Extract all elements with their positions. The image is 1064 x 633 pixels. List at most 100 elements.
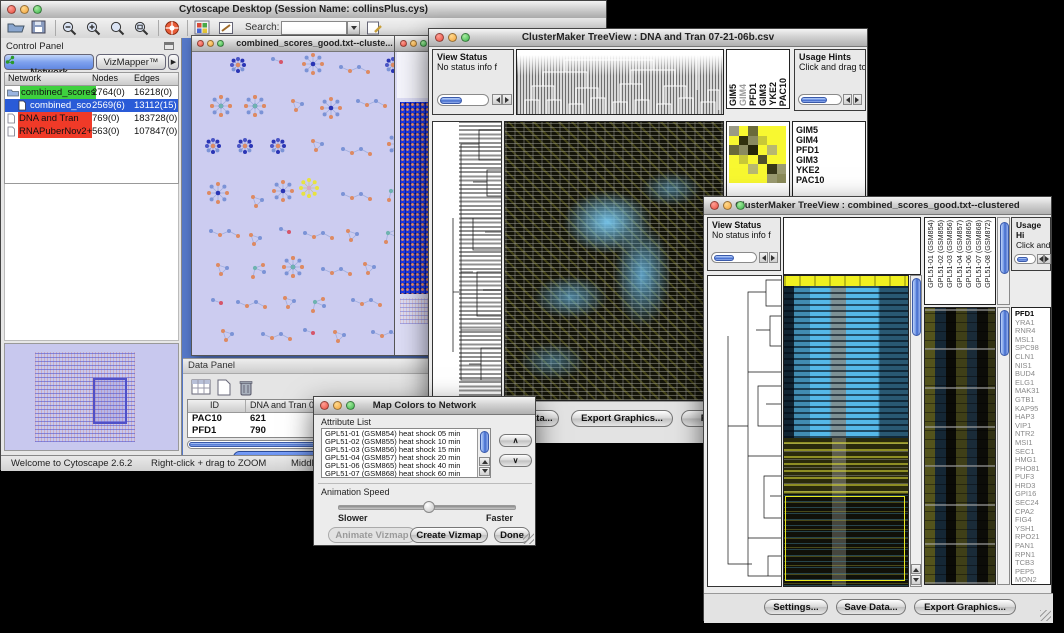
matrix-cell[interactable]: [777, 174, 787, 184]
matrix-cell[interactable]: [767, 164, 777, 174]
matrix-cell[interactable]: [739, 145, 749, 155]
save-icon[interactable]: [31, 20, 47, 35]
gene-column-label[interactable]: YKE2: [768, 82, 778, 106]
matrix-cell[interactable]: [748, 145, 758, 155]
gene-column-label[interactable]: PAC10: [778, 78, 788, 106]
scroll-down-arrow[interactable]: [911, 575, 921, 585]
matrix-cell[interactable]: [767, 145, 777, 155]
export-graphics-button[interactable]: Export Graphics...: [571, 410, 673, 427]
matrix-cell[interactable]: [748, 164, 758, 174]
close-button[interactable]: [320, 401, 329, 410]
gene-row-label[interactable]: GIM3: [793, 155, 865, 165]
table-row[interactable]: RNAPuberNov2+I 563(0) 107847(0): [5, 125, 178, 138]
scroll-right-arrow[interactable]: [502, 94, 512, 105]
search-dropdown-button[interactable]: [347, 21, 360, 35]
usage-hints-hscrollbar[interactable]: [1014, 254, 1036, 264]
scrollbar-thumb[interactable]: [1000, 222, 1009, 274]
zoom-window-button[interactable]: [736, 201, 745, 210]
matrix-cell[interactable]: [758, 136, 768, 146]
vizmapper-palette-icon[interactable]: [194, 20, 211, 36]
main-title-bar[interactable]: Cytoscape Desktop (Session Name: collins…: [1, 1, 606, 19]
column-tree-area[interactable]: [783, 217, 921, 275]
matrix-cell[interactable]: [758, 164, 768, 174]
dialog-title-bar[interactable]: Map Colors to Network: [314, 397, 535, 415]
table-row[interactable]: DNA and Tran 07 769(0) 183728(0): [5, 112, 178, 125]
scrollbar-thumb[interactable]: [480, 431, 489, 453]
row-dendrogram[interactable]: [432, 121, 502, 401]
tab-overflow-button[interactable]: ▶: [168, 54, 179, 70]
scroll-up-arrow[interactable]: [479, 457, 490, 466]
array-column-label[interactable]: GPL51-02 (GSM855): [936, 220, 946, 288]
minimize-button[interactable]: [20, 5, 29, 14]
network-overview-panel[interactable]: [4, 343, 179, 451]
matrix-cell[interactable]: [758, 145, 768, 155]
matrix-cell[interactable]: [739, 164, 749, 174]
matrix-cell[interactable]: [767, 174, 777, 184]
close-button[interactable]: [435, 33, 444, 42]
gene-column-label[interactable]: GIM4: [738, 84, 748, 106]
treeview1-heatmap[interactable]: [504, 121, 724, 401]
matrix-cell[interactable]: [777, 155, 787, 165]
zoom-out-icon[interactable]: [61, 20, 78, 36]
attribute-item[interactable]: GPL51-07 (GSM868) heat shock 60 min: [322, 470, 490, 478]
table-row-selected[interactable]: combined_sco 2569(6) 13112(15): [5, 99, 178, 112]
scrollbar-thumb[interactable]: [1000, 310, 1009, 356]
gene-column-label[interactable]: GIM5: [728, 84, 738, 106]
matrix-cell[interactable]: [748, 136, 758, 146]
close-button[interactable]: [7, 5, 16, 14]
treeview2-col-labels[interactable]: GPL51-01 (GSM854)GPL51-02 (GSM855) GPL51-…: [924, 217, 996, 305]
table-row[interactable]: combined_scores 2764(0) 16218(0): [5, 86, 178, 99]
gene-label[interactable]: MON2: [1012, 576, 1050, 585]
scroll-left-arrow[interactable]: [1037, 254, 1044, 264]
minimize-button[interactable]: [448, 33, 457, 42]
matrix-cell[interactable]: [729, 155, 739, 165]
gene-column-label[interactable]: PFD1: [748, 83, 758, 106]
minimize-icon[interactable]: [410, 40, 417, 47]
annotation-icon[interactable]: [218, 20, 235, 36]
heatmap-vscrollbar[interactable]: [910, 275, 922, 587]
matrix-cell[interactable]: [758, 155, 768, 165]
gene-row-label[interactable]: PAC10: [793, 175, 865, 185]
animation-speed-slider[interactable]: [338, 505, 516, 510]
minimize-icon[interactable]: [207, 40, 214, 47]
matrix-cell[interactable]: [767, 126, 777, 136]
resize-grip[interactable]: [523, 533, 534, 544]
array-column-label[interactable]: GPL51-07 (GSM868): [974, 220, 984, 288]
zoom-fit-icon[interactable]: [133, 20, 150, 36]
scroll-right-arrow[interactable]: [853, 94, 862, 105]
matrix-cell[interactable]: [739, 136, 749, 146]
treeview1-title-bar[interactable]: ClusterMaker TreeView : DNA and Tran 07-…: [429, 29, 867, 47]
view-status-hscrollbar[interactable]: [711, 252, 757, 263]
attribute-select-icon[interactable]: [191, 379, 211, 396]
matrix-cell[interactable]: [729, 136, 739, 146]
close-icon[interactable]: [197, 40, 204, 47]
save-data-button[interactable]: Save Data...: [836, 599, 906, 615]
slider-thumb[interactable]: [423, 501, 435, 513]
tab-network[interactable]: Network: [4, 54, 94, 70]
zoomed-heatmap-vscrollbar[interactable]: [997, 307, 1010, 585]
search-input[interactable]: [281, 21, 347, 35]
view-status-hscrollbar[interactable]: [437, 94, 489, 106]
move-up-button[interactable]: ∧: [499, 434, 532, 447]
usage-hints-hscrollbar[interactable]: [798, 94, 842, 105]
matrix-cell[interactable]: [748, 155, 758, 165]
array-column-label[interactable]: GPL51-01 (GSM854): [926, 220, 936, 288]
zoom-in-icon[interactable]: [85, 20, 102, 36]
matrix-cell[interactable]: [729, 174, 739, 184]
matrix-cell[interactable]: [767, 155, 777, 165]
float-panel-icon[interactable]: [164, 42, 174, 50]
resize-grip[interactable]: [1040, 610, 1051, 621]
move-down-button[interactable]: ∨: [499, 454, 532, 467]
matrix-cell[interactable]: [739, 174, 749, 184]
matrix-cell[interactable]: [748, 126, 758, 136]
listbox-vscrollbar[interactable]: [477, 429, 490, 477]
matrix-cell[interactable]: [758, 126, 768, 136]
heatmap-selection-rect[interactable]: [785, 496, 905, 581]
maximize-icon[interactable]: [420, 40, 427, 47]
scroll-down-arrow[interactable]: [479, 467, 490, 476]
delete-attribute-icon[interactable]: [239, 379, 253, 396]
matrix-cell[interactable]: [748, 174, 758, 184]
matrix-cell[interactable]: [777, 164, 787, 174]
gene-row-label[interactable]: YKE2: [793, 165, 865, 175]
close-button[interactable]: [710, 201, 719, 210]
